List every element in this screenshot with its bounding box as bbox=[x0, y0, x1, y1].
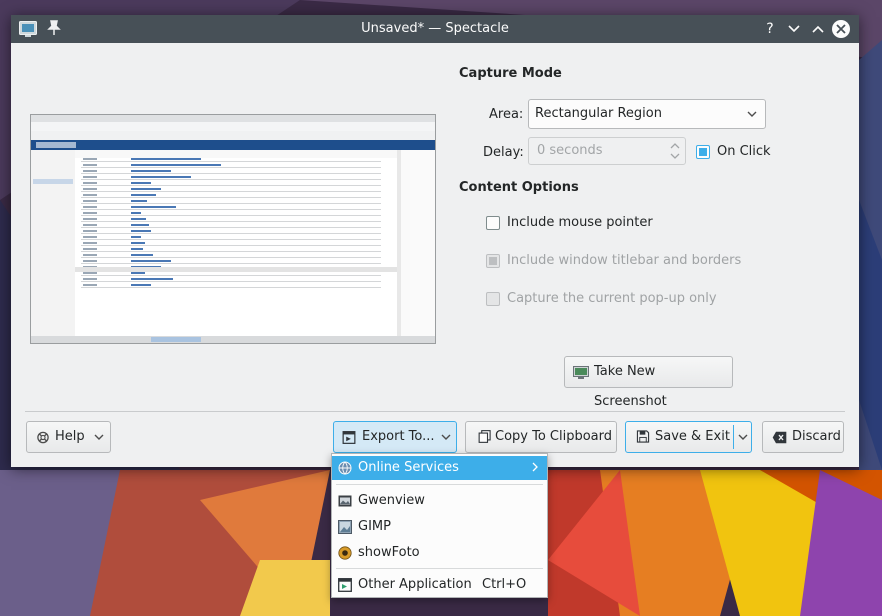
help-button[interactable]: Help bbox=[26, 421, 111, 453]
menu-separator bbox=[336, 484, 543, 485]
chevron-down-icon bbox=[94, 422, 104, 464]
chevron-down-icon bbox=[788, 25, 800, 33]
menu-item-gimp[interactable]: GIMP bbox=[332, 515, 547, 539]
discard-icon bbox=[772, 431, 787, 444]
title-bar[interactable]: Unsaved* — Spectacle ? bbox=[11, 15, 859, 43]
area-combobox[interactable]: Rectangular Region bbox=[528, 99, 766, 129]
copy-to-clipboard-label: Copy To Clipboard bbox=[495, 429, 613, 444]
popup-only-checkbox[interactable] bbox=[486, 292, 500, 306]
menu-item-online-services[interactable]: Online Services bbox=[332, 456, 547, 480]
screenshot-icon bbox=[573, 366, 589, 379]
spectacle-window: Unsaved* — Spectacle ? Capture Mode Area… bbox=[11, 15, 859, 467]
export-to-button[interactable]: Export To... bbox=[333, 421, 457, 453]
menu-item-label: Online Services bbox=[358, 460, 459, 475]
showfoto-icon bbox=[338, 546, 352, 560]
chevron-right-icon bbox=[532, 460, 539, 478]
minimize-button[interactable] bbox=[784, 19, 804, 39]
export-menu: Online Services Gwenview GIMP showFoto O… bbox=[331, 453, 548, 598]
save-options-chevron-icon[interactable] bbox=[738, 422, 748, 464]
help-label: Help bbox=[55, 429, 85, 444]
take-new-screenshot-button[interactable]: Take New Screenshot bbox=[564, 356, 733, 409]
menu-item-other-application[interactable]: Other Application Ctrl+O bbox=[332, 573, 547, 597]
menu-item-label: GIMP bbox=[358, 519, 391, 534]
save-and-exit-label: Save & Exit bbox=[655, 429, 730, 444]
menu-item-label: Other Application bbox=[358, 577, 472, 592]
content-options-heading: Content Options bbox=[459, 180, 579, 195]
menu-item-label: Gwenview bbox=[358, 493, 425, 508]
maximize-button[interactable] bbox=[808, 19, 828, 39]
save-icon bbox=[636, 430, 650, 443]
close-icon bbox=[836, 24, 846, 34]
chevron-up-icon bbox=[812, 25, 824, 33]
window-title: Unsaved* — Spectacle bbox=[361, 21, 509, 36]
discard-label: Discard bbox=[792, 429, 841, 444]
on-click-checkbox[interactable] bbox=[696, 145, 710, 159]
include-mouse-pointer-label: Include mouse pointer bbox=[507, 215, 653, 230]
popup-only-label: Capture the current pop-up only bbox=[507, 291, 717, 306]
take-new-screenshot-label: Take New Screenshot bbox=[594, 364, 667, 409]
menu-item-shortcut: Ctrl+O bbox=[482, 577, 527, 592]
menu-item-showfoto[interactable]: showFoto bbox=[332, 541, 547, 565]
gimp-icon bbox=[338, 520, 352, 534]
chevron-down-icon bbox=[747, 100, 757, 139]
area-label: Area: bbox=[489, 107, 524, 122]
spin-arrows-icon[interactable] bbox=[670, 140, 680, 165]
help-titlebar-button[interactable]: ? bbox=[760, 19, 780, 39]
discard-button[interactable]: Discard bbox=[762, 421, 844, 453]
globe-icon bbox=[338, 461, 352, 475]
include-mouse-pointer-checkbox[interactable] bbox=[486, 216, 500, 230]
menu-item-gwenview[interactable]: Gwenview bbox=[332, 489, 547, 513]
separator bbox=[25, 411, 845, 412]
split-divider bbox=[733, 425, 734, 449]
menu-item-label: showFoto bbox=[358, 545, 420, 560]
screenshot-preview[interactable] bbox=[30, 114, 436, 344]
menu-separator bbox=[336, 568, 543, 569]
export-icon bbox=[342, 431, 356, 444]
include-titlebar-label: Include window titlebar and borders bbox=[507, 253, 742, 268]
capture-mode-heading: Capture Mode bbox=[459, 66, 562, 81]
delay-spinbox[interactable]: 0 seconds bbox=[528, 137, 686, 165]
close-button[interactable] bbox=[832, 20, 850, 38]
help-lifebuoy-icon bbox=[37, 431, 49, 444]
include-titlebar-checkbox[interactable] bbox=[486, 254, 500, 268]
export-to-label: Export To... bbox=[362, 429, 435, 444]
delay-value: 0 seconds bbox=[537, 143, 603, 158]
delay-label: Delay: bbox=[483, 145, 524, 160]
gwenview-icon bbox=[338, 495, 352, 507]
save-and-exit-button[interactable]: Save & Exit bbox=[625, 421, 752, 453]
on-click-label: On Click bbox=[717, 144, 771, 159]
copy-icon bbox=[478, 430, 491, 443]
area-value: Rectangular Region bbox=[535, 106, 662, 121]
application-icon bbox=[338, 578, 352, 592]
copy-to-clipboard-button[interactable]: Copy To Clipboard bbox=[465, 421, 617, 453]
